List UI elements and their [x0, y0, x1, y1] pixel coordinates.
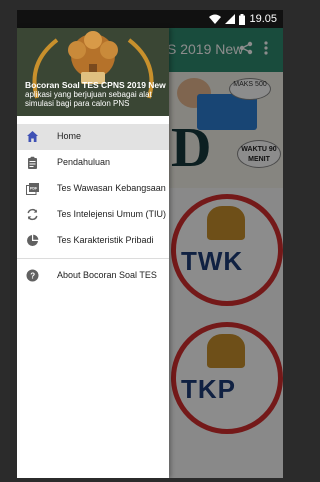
drawer-header-title: Bocoran Soal TES CPNS 2019 New [25, 80, 166, 90]
help-icon: ? [26, 269, 39, 282]
navigation-drawer: Bocoran Soal TES CPNS 2019 New aplikasi … [17, 28, 169, 478]
menu-item-about[interactable]: ? About Bocoran Soal TES [17, 263, 169, 289]
menu-item-label: Tes Karakteristik Pribadi [57, 235, 154, 245]
signal-icon [225, 14, 236, 24]
menu-item-label: Tes Wawasan Kebangsaan [57, 183, 166, 193]
home-icon [27, 131, 38, 142]
menu-item-pendahuluan[interactable]: Pendahuluan [17, 150, 169, 176]
menu-item-tes-intelejensi-umum[interactable]: Tes Intelejensi Umum (TIU) [17, 202, 169, 228]
svg-text:PDF: PDF [30, 187, 38, 191]
menu-divider [17, 258, 169, 259]
battery-icon [239, 13, 246, 25]
wifi-icon [209, 14, 222, 24]
phone-screen: 19.05 S 2019 New MAKS 500 D WAKTU 90 MEN… [17, 10, 283, 478]
status-icons: 19.05 [209, 13, 277, 25]
status-time: 19.05 [249, 13, 277, 25]
menu-item-label: Tes Intelejensi Umum (TIU) [57, 209, 167, 219]
menu-item-label: Pendahuluan [57, 157, 111, 167]
refresh-icon [27, 208, 38, 221]
clipboard-icon [28, 156, 37, 169]
drawer-header-subtitle: aplikasi yang berjujuan sebagai alat sim… [25, 90, 152, 108]
menu-item-label: Home [57, 131, 82, 141]
svg-text:?: ? [30, 272, 35, 281]
pdf-icon: PDF [26, 183, 39, 195]
device-frame: 19.05 S 2019 New MAKS 500 D WAKTU 90 MEN… [0, 0, 300, 482]
menu-item-tes-wawasan-kebangsaan[interactable]: PDF Tes Wawasan Kebangsaan [17, 176, 169, 202]
drawer-header: Bocoran Soal TES CPNS 2019 New aplikasi … [17, 28, 169, 116]
menu-item-tes-karakteristik-pribadi[interactable]: Tes Karakteristik Pribadi [17, 228, 169, 254]
menu-item-home[interactable]: Home [17, 124, 169, 150]
drawer-menu: Home Pendahuluan PDF Tes Wawasan Kebangs… [17, 124, 169, 289]
menu-item-label: About Bocoran Soal TES [57, 270, 157, 280]
status-bar: 19.05 [17, 10, 283, 28]
pie-chart-icon [27, 234, 39, 246]
